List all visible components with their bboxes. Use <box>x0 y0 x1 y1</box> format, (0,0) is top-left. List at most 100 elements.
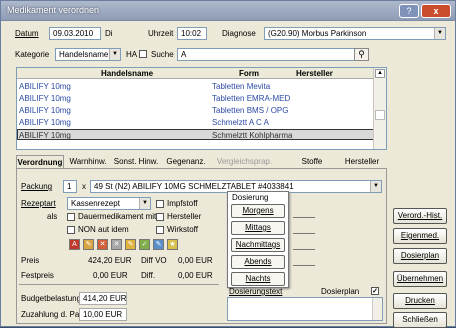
btm-icon[interactable]: ✕ <box>97 239 108 250</box>
medication-table: Handelsname Form Hersteller ABILIFY 10mg… <box>16 67 387 150</box>
table-row[interactable]: ABILIFY 10mg Schmelztt A C A <box>17 117 374 128</box>
budget-value: 414,20 EUR <box>79 292 127 305</box>
table-row[interactable]: ABILIFY 10mg Tabletten EMRA-MED <box>17 93 374 104</box>
cell-form: Tabletten BMS / OPG <box>212 106 289 115</box>
cell-handelsname: ABILIFY 10mg <box>19 118 71 127</box>
ha-checkbox[interactable] <box>139 50 147 58</box>
verord-hist-button[interactable]: Verord.-Hist. <box>393 208 447 224</box>
dosierplan-button[interactable]: Dosierplan <box>393 248 447 264</box>
tab-gegenanz[interactable]: Gegenanz. <box>164 155 208 169</box>
diff-vo-value: 0,00 EUR <box>178 256 213 265</box>
scroll-up-icon[interactable]: ▲ <box>375 69 385 78</box>
wirkstoff-checkbox[interactable] <box>156 226 164 234</box>
pencil-icon[interactable]: ✎ <box>125 239 136 250</box>
uhrzeit-label: Uhrzeit <box>148 29 174 38</box>
tab-vergleichsprap: Vergleichsprap. <box>216 157 273 166</box>
column-header-form[interactable]: Form <box>239 69 259 78</box>
als-label: als <box>47 212 58 221</box>
dosage-morgens-button[interactable]: Morgens <box>231 204 285 218</box>
tab-verordnung[interactable]: Verordnung <box>16 155 64 169</box>
table-row[interactable]: ABILIFY 10mg Tabletten Mevita <box>17 81 374 92</box>
dosage-nachmittags-button[interactable]: Nachmittags <box>231 238 285 252</box>
table-row-selected[interactable]: ABILIFY 10mg Schmelztt Kohlpharma <box>17 129 374 140</box>
cell-form: Schmelztt Kohlpharma <box>212 131 293 140</box>
chevron-down-icon[interactable]: ▼ <box>139 198 150 209</box>
column-header-hersteller[interactable]: Hersteller <box>296 69 333 78</box>
impfstoff-checkbox[interactable] <box>156 200 164 208</box>
drucken-button[interactable]: Drucken <box>393 293 447 309</box>
suche-label: Suche <box>151 50 174 59</box>
packung-quantity[interactable]: 1 <box>63 180 77 193</box>
festpreis-label: Festpreis <box>21 271 54 280</box>
star-icon[interactable]: ★ <box>167 239 178 250</box>
tab-warnhinw[interactable]: Warnhinw. <box>68 155 108 169</box>
table-scrollbar[interactable]: ▲ <box>373 68 386 149</box>
tab-sonst-hinw[interactable]: Sonst. Hinw. <box>111 155 161 169</box>
datum-field[interactable]: 09.03.2010 <box>49 27 101 40</box>
dauermedikament-checkbox[interactable] <box>67 213 75 221</box>
diagnose-select[interactable]: (G20.90) Morbus Parkinson ▼ <box>264 27 446 40</box>
packung-value: 49 St (N2) ABILIFY 10MG SCHMELZTABLET #4… <box>94 182 294 191</box>
edit-icon[interactable]: ✎ <box>153 239 164 250</box>
dosierung-title: Dosierung <box>232 193 269 202</box>
eigenmed-button[interactable]: Eigenmed. <box>393 228 447 244</box>
diagnose-label: Diagnose <box>222 29 256 38</box>
cell-handelsname: ABILIFY 10mg <box>19 94 71 103</box>
dosierplan-label: Dosierplan <box>321 287 360 296</box>
textarea-scrollbar[interactable] <box>372 298 382 320</box>
dosage-mittags-button[interactable]: Mittags <box>231 221 285 235</box>
preis-label: Preis <box>21 256 40 265</box>
window-title: Medikament verordnen <box>7 5 100 15</box>
cell-handelsname: ABILIFY 10mg <box>19 131 71 140</box>
divider <box>293 233 315 234</box>
divider <box>293 217 315 218</box>
schliessen-button[interactable]: Schließen <box>393 312 447 328</box>
dosierungstext-label: Dosierungstext <box>229 287 283 296</box>
table-header: Handelsname Form Hersteller <box>17 68 374 79</box>
packung-x-label: x <box>82 182 86 191</box>
crossed-icon[interactable]: ✕ <box>111 239 122 250</box>
prescription-icon[interactable]: ✎ <box>83 239 94 250</box>
search-input[interactable]: A <box>177 48 369 61</box>
non-aut-idem-label: NON aut idem <box>78 225 129 234</box>
cell-form: Schmelztt A C A <box>212 118 269 127</box>
kategorie-label: Kategorie <box>15 50 50 59</box>
table-row[interactable]: ABILIFY 10mg Tabletten BMS / OPG <box>17 105 374 116</box>
dosierplan-checkbox[interactable]: ✓ <box>371 287 379 295</box>
scroll-thumb[interactable] <box>375 110 385 120</box>
diff-label: Diff. <box>141 271 156 280</box>
check-icon[interactable]: ✓ <box>139 239 150 250</box>
dosierungstext-textarea[interactable] <box>227 297 383 321</box>
chevron-down-icon[interactable]: ▼ <box>109 49 120 60</box>
preis-value: 424,20 EUR <box>88 256 132 265</box>
cell-handelsname: ABILIFY 10mg <box>19 106 71 115</box>
title-bar[interactable]: Medikament verordnen ? x <box>1 1 455 21</box>
dialog-window: Medikament verordnen ? x Datum 09.03.201… <box>0 0 456 328</box>
ha-label: HA <box>126 50 138 59</box>
divider <box>293 249 315 250</box>
tab-hersteller[interactable]: Hersteller <box>340 155 384 169</box>
dosage-nachts-button[interactable]: Nachts <box>231 272 285 286</box>
chevron-down-icon[interactable]: ▼ <box>370 181 381 192</box>
day-label: Di <box>105 29 113 38</box>
diff-value: 0,00 EUR <box>178 271 213 280</box>
rezeptart-label: Rezeptart <box>21 199 56 208</box>
hersteller-checkbox[interactable] <box>156 213 164 221</box>
cell-form: Tabletten EMRA-MED <box>212 94 291 103</box>
tab-stoffe[interactable]: Stoffe <box>298 155 326 169</box>
uebernehmen-button[interactable]: Übernehmen <box>393 271 447 287</box>
dosage-abends-button[interactable]: Abends <box>231 255 285 269</box>
column-header-handelsname[interactable]: Handelsname <box>101 69 153 78</box>
close-button[interactable]: x <box>421 4 451 18</box>
uhrzeit-field[interactable]: 10:02 <box>177 27 207 40</box>
cell-form: Tabletten Mevita <box>212 82 271 91</box>
help-button[interactable]: ? <box>399 4 419 18</box>
tab-strip: Verordnung Warnhinw. Sonst. Hinw. Gegena… <box>16 155 387 169</box>
wirkstoff-label: Wirkstoff <box>167 225 198 234</box>
non-aut-idem-checkbox[interactable] <box>67 226 75 234</box>
search-icon[interactable]: ⚲ <box>354 48 369 61</box>
rezeptart-select[interactable]: Kassenrezept ▼ <box>67 197 151 210</box>
chevron-down-icon[interactable]: ▼ <box>434 28 445 39</box>
kategorie-select[interactable]: Handelsname ▼ <box>55 48 121 61</box>
red-a-icon[interactable]: A <box>69 239 80 250</box>
